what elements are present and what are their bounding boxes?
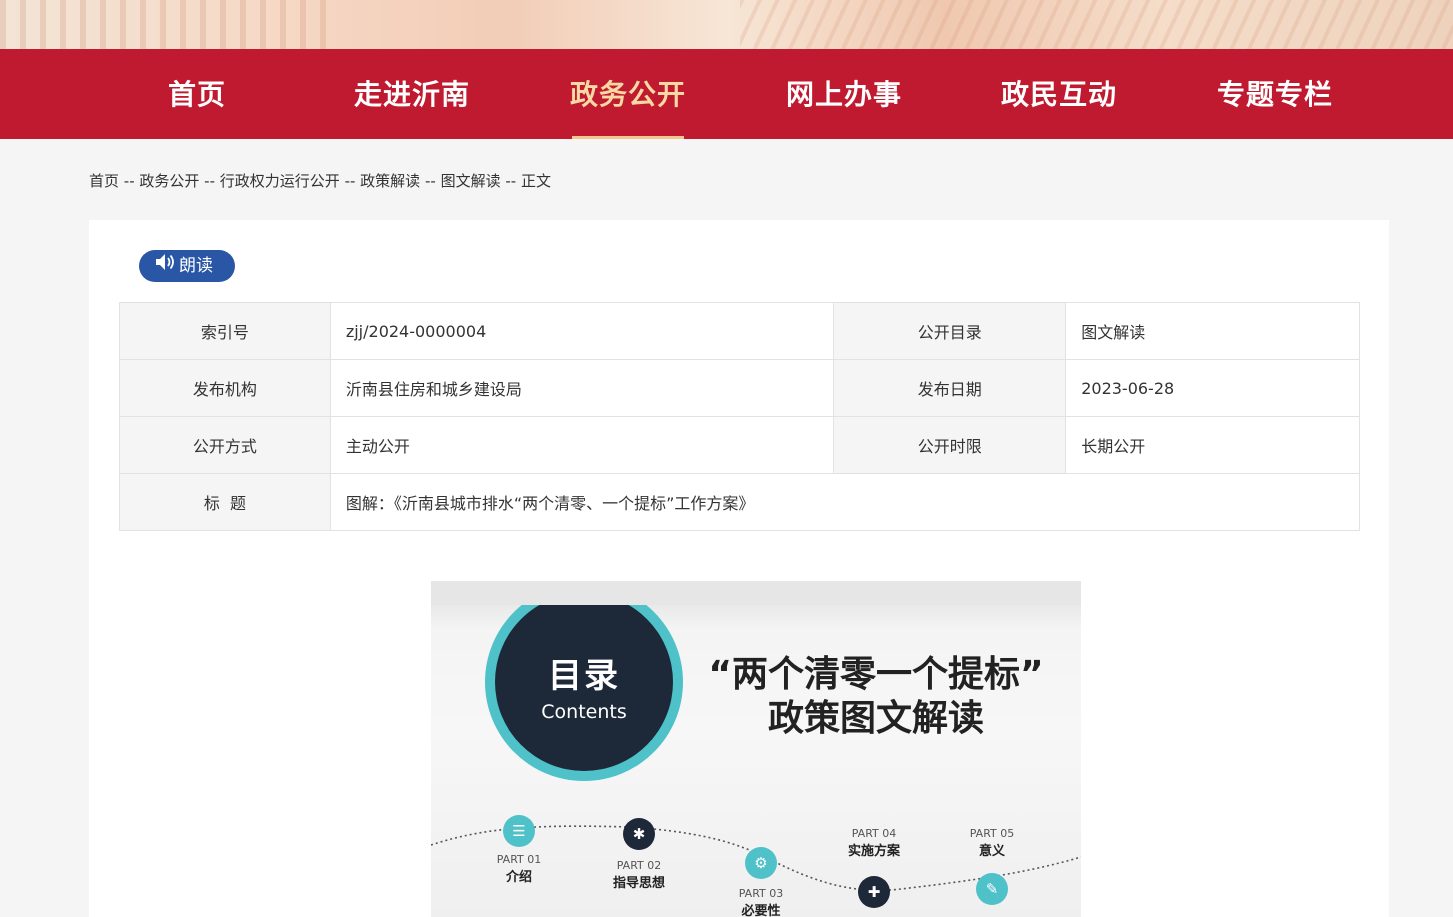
breadcrumb-home[interactable]: 首页 — [89, 172, 119, 190]
index-label: 索引号 — [119, 302, 331, 360]
table-row: 公开方式 主动公开 公开时限 长期公开 — [119, 416, 1360, 474]
part-05: PART 05 意义 — [947, 827, 1037, 859]
catalog-value: 图文解读 — [1065, 302, 1360, 360]
part-02: PART 02 指导思想 — [594, 859, 684, 891]
date-value: 2023-06-28 — [1065, 359, 1360, 417]
part-04-name: 实施方案 — [847, 844, 900, 859]
infographic-headline: “两个清零一个提标” 政策图文解读 — [701, 653, 1051, 741]
table-row: 标 题 图解：《沂南县城市排水“两个清零、一个提标”工作方案》 — [119, 473, 1361, 531]
gears-icon: ⚙ — [745, 847, 777, 879]
term-label: 公开时限 — [833, 416, 1067, 474]
publisher-label: 发布机构 — [119, 359, 331, 417]
part-01-label: PART 01 — [496, 853, 542, 866]
part-01: PART 01 介绍 — [474, 853, 564, 885]
header-banner — [0, 0, 1453, 49]
nav-item-home[interactable]: 首页 — [107, 49, 287, 139]
policy-infographic: 目录 Contents “两个清零一个提标” 政策图文解读 ☰ PART 01 … — [431, 581, 1081, 917]
headline-line-1: “两个清零一个提标” — [708, 654, 1044, 695]
contents-disc: 目录 Contents — [495, 605, 673, 771]
breadcrumb-gov-affairs[interactable]: 政务公开 — [139, 172, 199, 190]
breadcrumb-sep: -- — [420, 172, 441, 190]
title-label: 标 题 — [119, 473, 331, 531]
catalog-label: 公开目录 — [833, 302, 1067, 360]
read-aloud-label: 朗读 — [179, 256, 213, 276]
signpost-icon: ✚ — [858, 876, 890, 908]
main-nav: 首页 走进沂南 政务公开 网上办事 政民互动 专题专栏 — [0, 49, 1453, 139]
part-05-name: 意义 — [978, 844, 1005, 859]
nav-item-gov-affairs[interactable]: 政务公开 — [538, 49, 718, 139]
breadcrumb-sep: -- — [119, 172, 140, 190]
breadcrumb-sep: -- — [500, 172, 521, 190]
banner-decoration-right — [740, 0, 1453, 49]
table-row: 索引号 zjj/2024-0000004 公开目录 图文解读 — [119, 302, 1360, 360]
part-03-name: 必要性 — [741, 904, 781, 917]
nav-item-interaction[interactable]: 政民互动 — [969, 49, 1149, 139]
breadcrumb: 首页 -- 政务公开 -- 行政权力运行公开 -- 政策解读 -- 图文解读 -… — [89, 170, 551, 191]
headline-line-2: 政策图文解读 — [767, 698, 984, 739]
part-03: PART 03 必要性 — [716, 887, 806, 917]
date-label: 发布日期 — [833, 359, 1067, 417]
part-04: PART 04 实施方案 — [829, 827, 919, 859]
title-value: 图解：《沂南县城市排水“两个清零、一个提标”工作方案》 — [329, 473, 1361, 531]
contents-subtitle: Contents — [541, 701, 627, 723]
nav-item-topics[interactable]: 专题专栏 — [1185, 49, 1365, 139]
lightbulb-icon: ✱ — [623, 818, 655, 850]
breadcrumb-sep: -- — [339, 172, 361, 190]
nav-item-about[interactable]: 走进沂南 — [322, 49, 502, 139]
part-02-label: PART 02 — [616, 859, 662, 872]
index-value: zjj/2024-0000004 — [329, 302, 835, 360]
breadcrumb-admin-power[interactable]: 行政权力运行公开 — [220, 172, 340, 190]
part-04-label: PART 04 — [851, 827, 897, 840]
publisher-value: 沂南县住房和城乡建设局 — [329, 359, 835, 417]
part-05-label: PART 05 — [969, 827, 1015, 840]
term-value: 长期公开 — [1065, 416, 1360, 474]
breadcrumb-policy-interpretation[interactable]: 政策解读 — [360, 172, 420, 190]
pen-icon: ✎ — [976, 873, 1008, 905]
part-02-name: 指导思想 — [612, 876, 665, 891]
part-03-label: PART 03 — [738, 887, 784, 900]
document-meta-table: 索引号 zjj/2024-0000004 公开目录 图文解读 发布机构 沂南县住… — [119, 302, 1361, 531]
read-aloud-button[interactable]: 朗读 — [139, 250, 235, 282]
speaker-icon — [155, 250, 175, 282]
banner-decoration-left — [0, 0, 340, 49]
nav-item-online-services[interactable]: 网上办事 — [754, 49, 934, 139]
breadcrumb-sep: -- — [199, 172, 220, 190]
contents-title: 目录 — [548, 656, 620, 696]
breadcrumb-graphic-interpretation[interactable]: 图文解读 — [441, 172, 501, 190]
breadcrumb-current: 正文 — [520, 172, 551, 190]
article-card: 朗读 索引号 zjj/2024-0000004 公开目录 图文解读 发布机构 沂… — [89, 220, 1389, 917]
part-01-name: 介绍 — [505, 870, 532, 885]
mode-label: 公开方式 — [119, 416, 331, 474]
mode-value: 主动公开 — [329, 416, 835, 474]
list-icon: ☰ — [503, 815, 535, 847]
table-row: 发布机构 沂南县住房和城乡建设局 发布日期 2023-06-28 — [119, 359, 1360, 417]
